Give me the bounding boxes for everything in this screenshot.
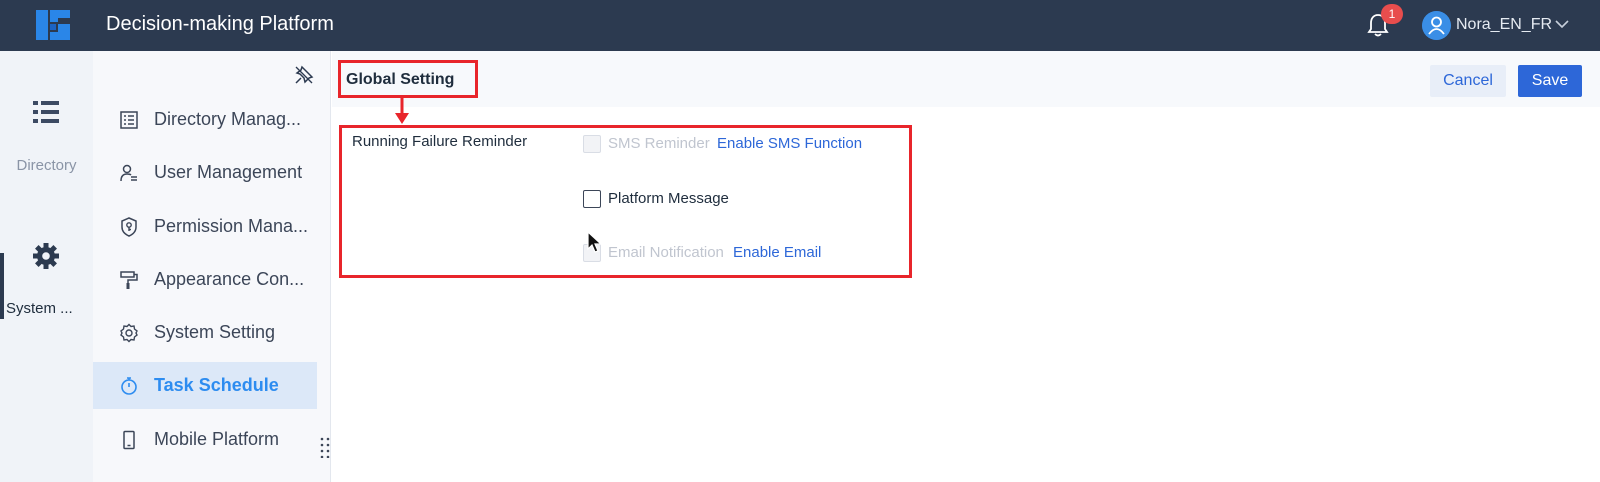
main-content: Global Setting Cancel Save Running Failu…: [332, 51, 1600, 482]
menu-item-task-schedule[interactable]: Task Schedule: [93, 362, 317, 409]
save-button[interactable]: Save: [1518, 65, 1582, 97]
menu-item-label: Permission Mana...: [154, 216, 309, 236]
menu-item-label: Directory Manag...: [154, 109, 302, 129]
stopwatch-icon: [121, 376, 137, 395]
email-notification-label: Email Notification: [608, 244, 724, 261]
rail-active-indicator: [0, 253, 4, 319]
drag-handle-icon[interactable]: [318, 436, 332, 458]
gear-outline-icon: [120, 323, 138, 342]
option-email-notification: Email Notification Enable Email: [583, 242, 883, 264]
rail-item-system[interactable]: System ...: [6, 300, 92, 317]
shield-key-icon: [121, 216, 137, 237]
mobile-icon: [123, 430, 135, 449]
top-header: Decision-making Platform 1 Nora_EN_FR: [0, 0, 1600, 51]
menu-item-mobile-platform[interactable]: Mobile Platform: [93, 416, 317, 463]
enable-sms-link[interactable]: Enable SMS Function: [717, 135, 862, 152]
avatar[interactable]: [1422, 11, 1451, 40]
user-name[interactable]: Nora_EN_FR: [1456, 16, 1552, 34]
mouse-cursor-icon: [587, 231, 603, 253]
paint-roller-icon: [120, 270, 138, 289]
menu-item-label: User Management: [154, 162, 303, 182]
menu-item-label: Appearance Con...: [154, 269, 305, 289]
menu-item-directory-management[interactable]: Directory Manag...: [93, 96, 317, 143]
sms-reminder-checkbox[interactable]: [583, 135, 601, 153]
sms-reminder-label: SMS Reminder: [608, 135, 710, 152]
chevron-down-icon[interactable]: [1554, 18, 1570, 30]
section-label: Running Failure Reminder: [352, 133, 528, 150]
platform-message-label[interactable]: Platform Message: [608, 190, 729, 207]
user-icon: [120, 164, 137, 181]
list-icon[interactable]: [32, 99, 60, 125]
cancel-button[interactable]: Cancel: [1430, 65, 1506, 97]
rail-item-directory[interactable]: Directory: [0, 157, 93, 174]
app-logo-icon[interactable]: [34, 6, 72, 44]
menu-item-label: Mobile Platform: [154, 429, 280, 449]
enable-email-link[interactable]: Enable Email: [733, 244, 821, 261]
option-platform-message: Platform Message: [583, 188, 783, 210]
notification-badge[interactable]: 1: [1381, 4, 1403, 24]
arrow-down-icon: [395, 97, 409, 124]
side-menu: Directory Manag... User Management Permi…: [93, 51, 331, 482]
pin-icon[interactable]: [294, 65, 314, 85]
menu-item-user-management[interactable]: User Management: [93, 149, 317, 196]
option-sms-reminder: SMS Reminder Enable SMS Function: [583, 133, 903, 155]
page-title: Global Setting: [346, 71, 455, 88]
toolbar: Global Setting Cancel Save: [332, 51, 1600, 124]
menu-item-permission-management[interactable]: Permission Mana...: [93, 203, 317, 250]
menu-item-system-setting[interactable]: System Setting: [93, 309, 317, 356]
document-list-icon: [120, 110, 138, 129]
menu-item-label: Task Schedule: [154, 375, 279, 395]
gear-icon[interactable]: [31, 241, 61, 271]
menu-item-label: System Setting: [154, 322, 276, 342]
app-title: Decision-making Platform: [106, 13, 334, 35]
menu-item-appearance-config[interactable]: Appearance Con...: [93, 256, 317, 303]
platform-message-checkbox[interactable]: [583, 190, 601, 208]
left-rail: Directory System ...: [0, 51, 93, 482]
